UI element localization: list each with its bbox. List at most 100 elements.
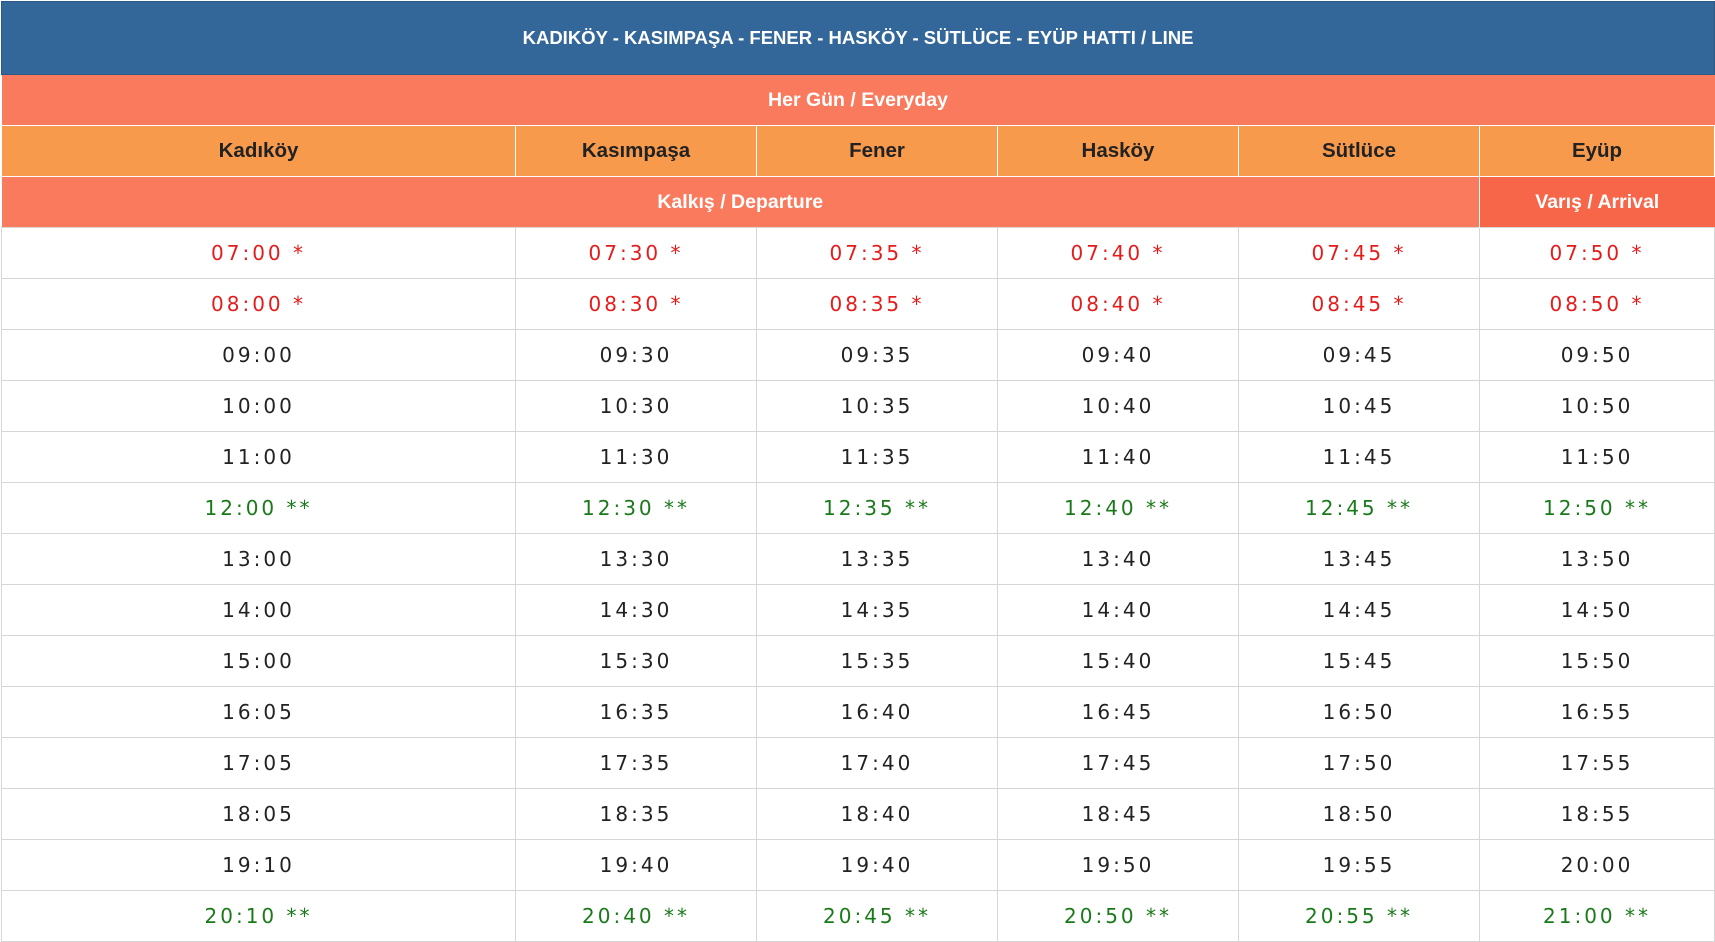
time-cell: 12:00 **	[1, 482, 516, 534]
timetable-title: KADIKÖY - KASIMPAŞA - FENER - HASKÖY - S…	[0, 1, 1715, 75]
table-row: 17:05 17:35 17:40 17:45 17:50 17:55	[1, 737, 1715, 789]
table-row: 07:00 * 07:30 * 07:35 * 07:40 * 07:45 * 07:50…	[1, 227, 1715, 279]
time-cell: 17:05	[1, 737, 516, 789]
time-cell: 15:40	[997, 635, 1239, 687]
time-cell: 08:35 *	[756, 278, 998, 330]
time-cell: 08:00 *	[1, 278, 516, 330]
time-cell: 08:30 *	[515, 278, 757, 330]
time-cell: 19:50	[997, 839, 1239, 891]
time-cell: 15:30	[515, 635, 757, 687]
time-cell: 10:40	[997, 380, 1239, 432]
time-cell: 20:00	[1478, 839, 1715, 891]
station-header-fener: Fener	[756, 125, 998, 177]
time-cell: 13:35	[756, 533, 998, 585]
time-cell: 19:40	[515, 839, 757, 891]
time-cell: 10:45	[1238, 380, 1480, 432]
time-cell: 07:40 *	[997, 227, 1239, 279]
time-cell: 14:00	[1, 584, 516, 636]
time-cell: 19:10	[1, 839, 516, 891]
time-cell: 14:30	[515, 584, 757, 636]
time-cell: 13:40	[997, 533, 1239, 585]
time-cell: 12:35 **	[756, 482, 998, 534]
table-row: 20:10 ** 20:40 ** 20:45 ** 20:50 ** 20:55 **…	[1, 890, 1715, 942]
table-row: 10:00 10:30 10:35 10:40 10:45 10:50	[1, 380, 1715, 432]
time-cell: 07:50 *	[1478, 227, 1715, 279]
time-cell: 13:50	[1478, 533, 1715, 585]
time-cell: 12:50 **	[1478, 482, 1715, 534]
table-row: 16:05 16:35 16:40 16:45 16:50 16:55	[1, 686, 1715, 738]
time-cell: 13:45	[1238, 533, 1480, 585]
time-cell: 11:30	[515, 431, 757, 483]
time-cell: 07:30 *	[515, 227, 757, 279]
time-cell: 09:50	[1478, 329, 1715, 381]
time-cell: 09:45	[1238, 329, 1480, 381]
period-label: Her Gün / Everyday	[1, 74, 1715, 126]
time-cell: 18:05	[1, 788, 516, 840]
title-row: KADIKÖY - KASIMPAŞA - FENER - HASKÖY - S…	[0, 1, 1715, 75]
time-cell: 17:55	[1478, 737, 1715, 789]
time-cell: 11:00	[1, 431, 516, 483]
time-cell: 15:45	[1238, 635, 1480, 687]
time-cell: 13:00	[1, 533, 516, 585]
time-cell: 08:45 *	[1238, 278, 1480, 330]
table-row: 14:00 14:30 14:35 14:40 14:45 14:50	[1, 584, 1715, 636]
arrival-label: Varış / Arrival	[1478, 176, 1715, 228]
station-header-kasimpasa: Kasımpaşa	[515, 125, 757, 177]
table-row: 19:10 19:40 19:40 19:50 19:55 20:00	[1, 839, 1715, 891]
time-cell: 15:35	[756, 635, 998, 687]
time-cell: 10:30	[515, 380, 757, 432]
time-cell: 08:50 *	[1478, 278, 1715, 330]
station-header-eyup: Eyüp	[1478, 125, 1715, 177]
station-header-row: Kadıköy Kasımpaşa Fener Hasköy Sütlüce E…	[1, 125, 1715, 177]
time-cell: 07:00 *	[1, 227, 516, 279]
time-cell: 11:45	[1238, 431, 1480, 483]
table-row: 08:00 * 08:30 * 08:35 * 08:40 * 08:45 * 08:50…	[1, 278, 1715, 330]
table-row: 15:00 15:30 15:35 15:40 15:45 15:50	[1, 635, 1715, 687]
time-cell: 20:40 **	[515, 890, 757, 942]
table-row: 12:00 ** 12:30 ** 12:35 ** 12:40 ** 12:45 **…	[1, 482, 1715, 534]
time-cell: 13:30	[515, 533, 757, 585]
time-cell: 10:35	[756, 380, 998, 432]
table-row: 18:05 18:35 18:40 18:45 18:50 18:55	[1, 788, 1715, 840]
time-cell: 12:40 **	[997, 482, 1239, 534]
time-cell: 20:10 **	[1, 890, 516, 942]
time-cell: 09:00	[1, 329, 516, 381]
time-cell: 20:45 **	[756, 890, 998, 942]
time-cell: 16:45	[997, 686, 1239, 738]
time-cell: 16:50	[1238, 686, 1480, 738]
time-cell: 11:50	[1478, 431, 1715, 483]
time-cell: 11:35	[756, 431, 998, 483]
time-cell: 09:30	[515, 329, 757, 381]
time-cell: 18:35	[515, 788, 757, 840]
time-cell: 14:40	[997, 584, 1239, 636]
time-cell: 17:35	[515, 737, 757, 789]
time-cell: 09:35	[756, 329, 998, 381]
time-cell: 08:40 *	[997, 278, 1239, 330]
station-header-kadikoy: Kadıköy	[1, 125, 516, 177]
time-cell: 18:45	[997, 788, 1239, 840]
time-cell: 12:30 **	[515, 482, 757, 534]
time-cell: 18:40	[756, 788, 998, 840]
time-cell: 21:00 **	[1478, 890, 1715, 942]
time-cell: 14:50	[1478, 584, 1715, 636]
time-cell: 15:50	[1478, 635, 1715, 687]
table-row: 13:00 13:30 13:35 13:40 13:45 13:50	[1, 533, 1715, 585]
departure-arrival-row: Kalkış / Departure Varış / Arrival	[1, 176, 1715, 228]
departure-label: Kalkış / Departure	[1, 176, 1480, 228]
time-cell: 12:45 **	[1238, 482, 1480, 534]
time-cell: 18:55	[1478, 788, 1715, 840]
time-cell: 09:40	[997, 329, 1239, 381]
time-cell: 14:35	[756, 584, 998, 636]
station-header-haskoy: Hasköy	[997, 125, 1239, 177]
time-cell: 16:05	[1, 686, 516, 738]
time-cell: 10:50	[1478, 380, 1715, 432]
time-cell: 17:45	[997, 737, 1239, 789]
time-cell: 14:45	[1238, 584, 1480, 636]
time-cell: 10:00	[1, 380, 516, 432]
table-row: 09:00 09:30 09:35 09:40 09:45 09:50	[1, 329, 1715, 381]
time-cell: 07:35 *	[756, 227, 998, 279]
timetable: KADIKÖY - KASIMPAŞA - FENER - HASKÖY - S…	[0, 1, 1715, 942]
time-cell: 17:40	[756, 737, 998, 789]
time-cell: 16:40	[756, 686, 998, 738]
time-cell: 17:50	[1238, 737, 1480, 789]
